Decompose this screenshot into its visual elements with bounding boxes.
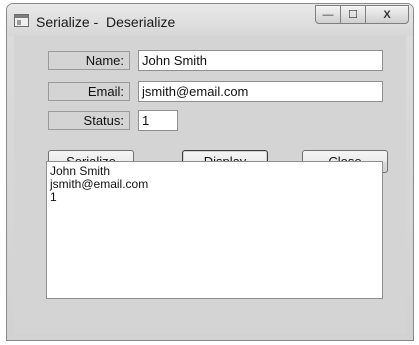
name-label: Name: bbox=[48, 51, 130, 70]
caption-buttons: — ☐ X bbox=[315, 5, 409, 25]
status-label: Status: bbox=[48, 111, 130, 130]
close-icon: X bbox=[383, 8, 391, 21]
maximize-icon: ☐ bbox=[348, 9, 358, 21]
output-line-status: 1 bbox=[50, 190, 57, 204]
window-title: Serialize - Deserialize bbox=[36, 14, 176, 30]
email-label: Email: bbox=[48, 82, 130, 101]
minimize-button[interactable]: — bbox=[315, 5, 341, 24]
close-window-button[interactable]: X bbox=[365, 5, 409, 24]
window-app-icon[interactable] bbox=[14, 14, 29, 27]
maximize-button[interactable]: ☐ bbox=[340, 5, 366, 24]
email-field[interactable]: jsmith@email.com bbox=[138, 81, 383, 102]
name-field[interactable]: John Smith bbox=[138, 50, 383, 71]
minimize-icon: — bbox=[322, 8, 334, 21]
status-field[interactable]: 1 bbox=[138, 110, 178, 131]
title-bar[interactable]: Serialize - Deserialize — ☐ X bbox=[7, 4, 413, 36]
output-line-email: jsmith@email.com bbox=[50, 177, 149, 191]
output-textbox[interactable]: John Smith jsmith@email.com 1 bbox=[46, 161, 383, 299]
application-window: Serialize - Deserialize — ☐ X Name: John… bbox=[6, 3, 414, 341]
